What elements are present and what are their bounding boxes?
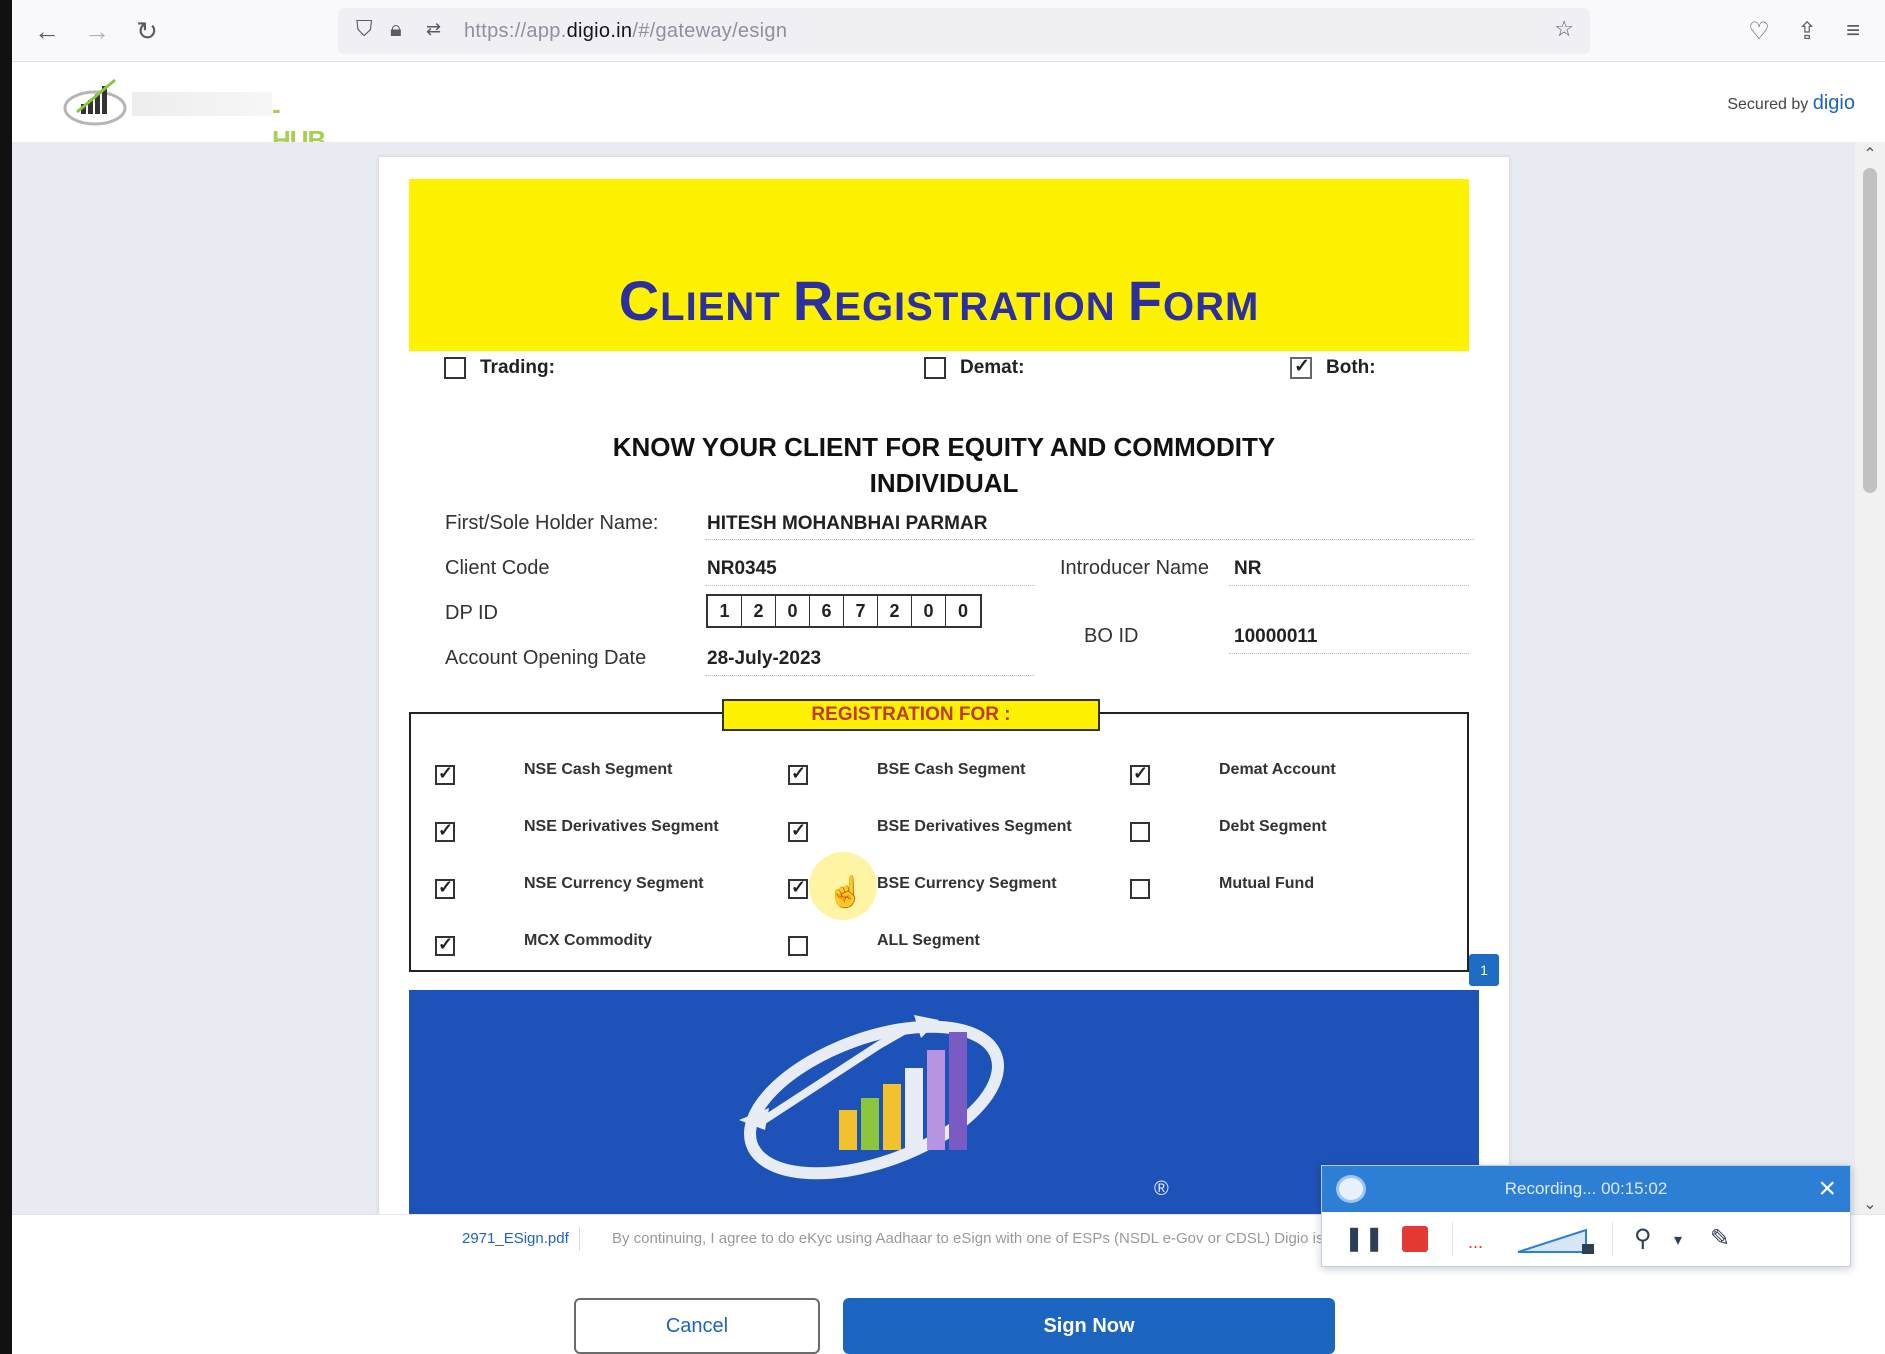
webcam-icon[interactable]: ⚲ [1634,1224,1652,1253]
sign-now-button[interactable]: Sign Now [843,1298,1335,1354]
nse-cash-checkbox [435,763,455,785]
url-text[interactable]: https://app.digio.in/#/gateway/esign [464,20,787,43]
dp-id-boxes: 1 2 0 6 7 2 0 0 [706,594,982,628]
stop-recording-icon[interactable] [1402,1226,1428,1252]
permissions-icon[interactable]: ⇄ [426,19,441,40]
kyc-heading: KNOW YOUR CLIENT FOR EQUITY AND COMMODIT… [612,432,1276,498]
demat-checkbox [924,357,946,379]
client-code-value: NR0345 [707,558,777,579]
nse-derivatives-label: NSE Derivatives Segment [524,818,719,835]
dp-id-label: DP ID [445,602,498,624]
browser-window: ← → ↻ ⛉ 🔒︎ ⇄ https://app.digio.in/#/gate… [12,0,1885,1354]
nse-cash-label: NSE Cash Segment [524,761,673,778]
vertical-scrollbar[interactable]: ⌃ ⌄ [1855,142,1885,1214]
bse-derivatives-label: BSE Derivatives Segment [877,818,1072,835]
scroll-down-icon[interactable]: ⌄ [1855,1194,1885,1214]
registration-title: REGISTRATION FOR : [722,699,1100,731]
bse-currency-checkbox [788,877,808,899]
logo-text-faded [132,92,272,116]
mutual-fund-label: Mutual Fund [1219,875,1315,892]
brand-logo-panel: ® [409,990,1479,1214]
bse-currency-label: BSE Currency Segment [877,875,1057,892]
nse-derivatives-checkbox [435,820,455,842]
pause-icon[interactable]: ❚❚ [1344,1224,1384,1253]
bse-cash-label: BSE Cash Segment [877,761,1026,778]
mcx-commodity-checkbox [435,934,455,956]
market-hub-brand-graphic: ® [739,1015,1169,1200]
debt-segment-label: Debt Segment [1219,818,1327,835]
recorder-header[interactable]: Recording... 00:15:02 × [1322,1166,1850,1212]
introducer-name-value: NR [1234,558,1262,579]
digio-brand: digio [1812,92,1855,114]
site-header: -HUB Secured by digio [12,62,1885,155]
bse-cash-checkbox [788,763,808,785]
pdf-page: CLIENT REGISTRATION FORM Trading: Demat:… [379,157,1509,1214]
nse-currency-checkbox [435,877,455,899]
trading-checkbox [444,357,466,379]
debt-segment-checkbox [1130,822,1150,842]
menu-icon[interactable]: ≡ [1834,12,1872,50]
nse-currency-label: NSE Currency Segment [524,875,704,892]
recording-status: Recording... 00:15:02 [1504,1179,1668,1198]
address-bar[interactable]: ⛉ 🔒︎ ⇄ https://app.digio.in/#/gateway/es… [338,8,1590,54]
hand-cursor-icon: ☝ [827,876,865,909]
back-arrow-icon[interactable]: ← [28,12,66,50]
form-title: CLIENT REGISTRATION FORM [618,269,1260,332]
form-title-banner: CLIENT REGISTRATION FORM [409,179,1469,351]
browser-toolbar: ← → ↻ ⛉ 🔒︎ ⇄ https://app.digio.in/#/gate… [12,0,1885,62]
screen-recorder-widget[interactable]: Recording... 00:15:02 × ❚❚ ... ⚲ ▾ ✎ [1321,1165,1851,1267]
file-name-link[interactable]: 2971_ESign.pdf [462,1230,569,1247]
consent-text: By continuing, I agree to do eKyc using … [612,1230,1324,1247]
audio-level-icon: ... [1468,1232,1484,1252]
extensions-icon[interactable]: ⇪ [1788,12,1826,50]
lock-icon[interactable]: 🔒︎ [390,16,402,42]
action-bar: Cancel Sign Now [12,1264,1885,1354]
demat-account-checkbox [1130,763,1150,785]
introducer-name-label: Introducer Name [1060,557,1209,579]
type-trading: Trading: [444,357,555,379]
type-demat: Demat: [924,357,1024,379]
document-viewer[interactable]: CLIENT REGISTRATION FORM Trading: Demat:… [12,142,1885,1214]
secured-by-label: Secured by digio [1727,92,1855,114]
close-icon[interactable]: × [1818,1172,1836,1206]
svg-text:®: ® [1154,1178,1169,1200]
client-code-label: Client Code [445,557,550,579]
pen-icon[interactable]: ✎ [1710,1224,1730,1253]
market-hub-logo[interactable]: -HUB [57,72,326,155]
mcx-commodity-label: MCX Commodity [524,932,652,949]
scroll-up-icon[interactable]: ⌃ [1855,144,1885,164]
bo-id-value: 10000011 [1234,626,1318,647]
shield-icon[interactable]: ⛉ [356,16,373,42]
demat-account-label: Demat Account [1219,761,1336,778]
scroll-thumb[interactable] [1863,168,1877,493]
window-edge [0,0,12,1354]
pocket-icon[interactable]: ♡ [1740,12,1778,50]
all-segment-label: ALL Segment [877,932,980,949]
reload-icon[interactable]: ↻ [128,12,166,50]
signature-page-marker[interactable]: 1 [1469,954,1499,986]
both-checkbox [1290,355,1312,379]
opening-date-label: Account Opening Date [445,647,647,669]
volume-slider-icon[interactable] [1516,1224,1598,1256]
opening-date-value: 28-July-2023 [707,648,822,669]
holder-name-value: HITESH MOHANBHAI PARMAR [707,513,988,534]
bse-derivatives-checkbox [788,820,808,842]
dropdown-arrow-icon[interactable]: ▾ [1674,1230,1682,1250]
holder-name-label: First/Sole Holder Name: [445,512,659,534]
all-segment-checkbox [788,936,808,956]
forward-arrow-icon[interactable]: → [78,12,116,50]
bo-id-label: BO ID [1084,625,1139,647]
cancel-button[interactable]: Cancel [574,1298,820,1354]
bookmark-star-icon[interactable]: ☆ [1554,16,1574,42]
type-both: Both: [1290,355,1376,379]
mutual-fund-checkbox [1130,879,1150,899]
